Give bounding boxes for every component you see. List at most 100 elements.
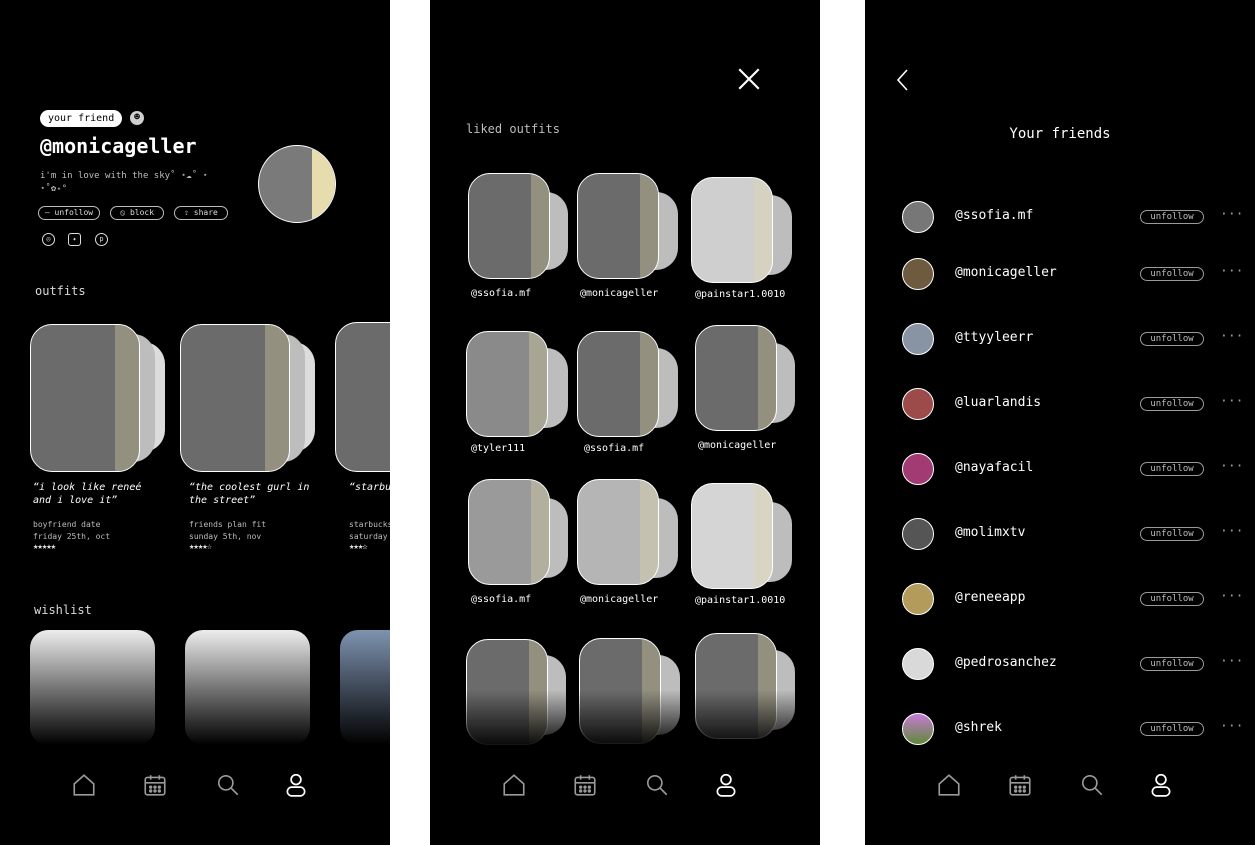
friend-row[interactable]: @luarlandis unfollow ··· bbox=[865, 386, 1255, 422]
unfollow-button[interactable]: unfollow bbox=[1140, 267, 1204, 281]
liked-outfit-photo[interactable] bbox=[468, 173, 550, 279]
friend-row[interactable]: @reneeapp unfollow ··· bbox=[865, 581, 1255, 617]
more-icon[interactable]: ··· bbox=[1220, 459, 1243, 474]
outfit-photo[interactable] bbox=[30, 324, 140, 472]
back-icon[interactable] bbox=[895, 68, 909, 92]
friends-title: Your friends bbox=[1009, 126, 1111, 142]
liked-outfit-photo[interactable] bbox=[691, 177, 773, 283]
share-button[interactable]: ⇪ share bbox=[174, 206, 228, 220]
search-icon[interactable] bbox=[637, 763, 677, 807]
more-icon[interactable]: ··· bbox=[1220, 654, 1243, 669]
calendar-icon[interactable] bbox=[1000, 763, 1040, 807]
close-icon[interactable] bbox=[736, 66, 762, 92]
home-icon[interactable] bbox=[64, 763, 104, 807]
liked-outfit-photo[interactable] bbox=[466, 331, 548, 437]
outfit-rating: ★★★★☆ bbox=[189, 542, 212, 552]
unfollow-button[interactable]: – unfollow bbox=[38, 206, 100, 220]
wishlist-item[interactable] bbox=[185, 630, 310, 745]
unfollow-button[interactable]: unfollow bbox=[1140, 527, 1204, 541]
more-icon[interactable]: ··· bbox=[1220, 524, 1243, 539]
more-icon[interactable]: ··· bbox=[1220, 329, 1243, 344]
unfollow-button[interactable]: unfollow bbox=[1140, 210, 1204, 224]
outfit-occasion: friends plan fit bbox=[189, 520, 267, 529]
liked-outfit-photo[interactable] bbox=[691, 483, 773, 589]
friend-handle[interactable]: @ssofia.mf bbox=[955, 208, 1033, 223]
friend-row[interactable]: @shrek unfollow ··· bbox=[865, 711, 1255, 747]
search-icon[interactable] bbox=[1072, 763, 1112, 807]
friend-handle[interactable]: @ttyyleerr bbox=[955, 330, 1033, 345]
profile-icon[interactable] bbox=[1141, 763, 1181, 807]
calendar-icon[interactable] bbox=[565, 763, 605, 807]
more-icon[interactable]: ··· bbox=[1220, 207, 1243, 222]
friend-handle[interactable]: @luarlandis bbox=[955, 395, 1041, 410]
friend-profile-screen: your friend ☻ @monicageller i'm in love … bbox=[0, 0, 390, 845]
outfit-photo[interactable] bbox=[335, 322, 390, 472]
more-icon[interactable]: ··· bbox=[1220, 394, 1243, 409]
liked-outfits-screen: liked outfits @ssofia.mf @monicageller @… bbox=[430, 0, 820, 845]
friend-row[interactable]: @ssofia.mf unfollow ··· bbox=[865, 199, 1255, 235]
friend-row[interactable]: @ttyyleerr unfollow ··· bbox=[865, 321, 1255, 357]
more-icon[interactable]: ··· bbox=[1220, 264, 1243, 279]
home-icon[interactable] bbox=[494, 763, 534, 807]
friend-avatar bbox=[902, 713, 934, 745]
liked-outfit-user: @monicageller bbox=[580, 288, 659, 299]
unfollow-button[interactable]: unfollow bbox=[1140, 657, 1204, 671]
liked-outfit-photo[interactable] bbox=[468, 479, 550, 585]
liked-outfit-user: @ssofia.mf bbox=[471, 594, 532, 605]
unfollow-button[interactable]: unfollow bbox=[1140, 592, 1204, 606]
wishlist-title: wishlist bbox=[34, 603, 92, 617]
friends-list-screen: Your friends @ssofia.mf unfollow ··· @mo… bbox=[865, 0, 1255, 845]
block-button[interactable]: ⦸ block bbox=[110, 206, 164, 220]
friend-handle[interactable]: @pedrosanchez bbox=[955, 655, 1057, 670]
calendar-icon[interactable] bbox=[135, 763, 175, 807]
liked-outfit-user: @painstar1.0010 bbox=[695, 595, 786, 606]
instagram-icon[interactable]: ◎ bbox=[42, 233, 55, 246]
more-icon[interactable]: ··· bbox=[1220, 589, 1243, 604]
profile-icon[interactable] bbox=[276, 763, 316, 807]
unfollow-button[interactable]: unfollow bbox=[1140, 462, 1204, 476]
liked-outfit-photo[interactable] bbox=[577, 331, 659, 437]
pinterest-icon[interactable]: p bbox=[95, 233, 108, 246]
bottom-nav bbox=[430, 763, 820, 807]
friend-avatar bbox=[902, 518, 934, 550]
unfollow-button[interactable]: unfollow bbox=[1140, 397, 1204, 411]
liked-outfit-photo[interactable] bbox=[577, 173, 659, 279]
profile-handle: @monicageller bbox=[40, 134, 197, 158]
wishlist-item[interactable] bbox=[30, 630, 155, 745]
unfollow-button[interactable]: unfollow bbox=[1140, 332, 1204, 346]
unfollow-button[interactable]: unfollow bbox=[1140, 722, 1204, 736]
profile-icon[interactable] bbox=[706, 763, 746, 807]
more-icon[interactable]: ··· bbox=[1220, 719, 1243, 734]
friend-row[interactable]: @molimxtv unfollow ··· bbox=[865, 516, 1255, 552]
profile-avatar bbox=[258, 145, 336, 223]
liked-outfits-title: liked outfits bbox=[466, 122, 560, 136]
liked-outfit-photo[interactable] bbox=[577, 479, 659, 585]
friend-handle[interactable]: @molimxtv bbox=[955, 525, 1025, 540]
liked-outfit-photo[interactable] bbox=[695, 325, 777, 431]
outfit-rating: ★★★★★ bbox=[33, 542, 56, 552]
friend-row[interactable]: @nayafacil unfollow ··· bbox=[865, 451, 1255, 487]
friend-handle[interactable]: @monicageller bbox=[955, 265, 1057, 280]
home-icon[interactable] bbox=[929, 763, 969, 807]
bottom-nav bbox=[865, 763, 1255, 807]
outfit-photo[interactable] bbox=[180, 324, 290, 472]
bottom-nav bbox=[0, 763, 390, 807]
friend-handle[interactable]: @reneeapp bbox=[955, 590, 1025, 605]
liked-outfit-user: @tyler111 bbox=[471, 443, 526, 454]
outfit-occasion: boyfriend date bbox=[33, 520, 101, 529]
smile-icon: ☻ bbox=[130, 111, 144, 125]
wishlist-item[interactable] bbox=[340, 630, 390, 745]
friend-handle[interactable]: @shrek bbox=[955, 720, 1002, 735]
friend-row[interactable]: @pedrosanchez unfollow ··· bbox=[865, 646, 1255, 682]
friend-avatar bbox=[902, 258, 934, 290]
scroll-fade bbox=[430, 690, 820, 750]
friend-handle[interactable]: @nayafacil bbox=[955, 460, 1033, 475]
friend-avatar bbox=[902, 648, 934, 680]
search-icon[interactable] bbox=[208, 763, 248, 807]
friend-avatar bbox=[902, 453, 934, 485]
twitter-icon[interactable]: ✦ bbox=[68, 233, 81, 246]
friend-row[interactable]: @monicageller unfollow ··· bbox=[865, 256, 1255, 292]
friend-avatar bbox=[902, 583, 934, 615]
liked-outfit-user: @monicageller bbox=[580, 594, 659, 605]
friend-avatar bbox=[902, 323, 934, 355]
